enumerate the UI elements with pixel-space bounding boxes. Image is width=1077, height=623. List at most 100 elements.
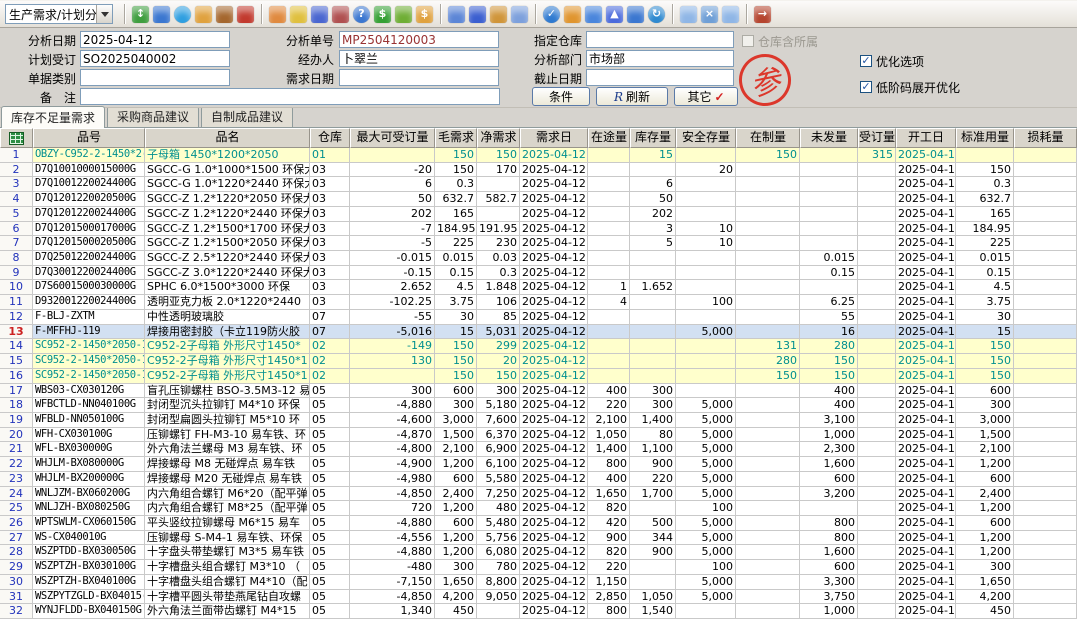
cell-gross[interactable]: 2,400	[435, 487, 477, 502]
cell-unshipped[interactable]: 800	[800, 531, 858, 546]
users-icon[interactable]	[269, 6, 286, 23]
cell-std_usage[interactable]: 1,200	[956, 501, 1014, 516]
cell-code[interactable]: WSZPTDD-BX030050G	[33, 545, 145, 560]
cell-std_usage[interactable]: 1,200	[956, 531, 1014, 546]
cell-ordered[interactable]	[858, 413, 896, 428]
cell-in_transit[interactable]	[588, 369, 630, 384]
cell-demand_date[interactable]: 2025-04-12	[520, 384, 588, 399]
cell-num[interactable]: 32	[0, 604, 33, 619]
cell-gross[interactable]: 1,500	[435, 428, 477, 443]
cell-std_usage[interactable]: 0.015	[956, 251, 1014, 266]
cell-net[interactable]: 6,100	[477, 457, 520, 472]
cell-on_hand[interactable]: 1,700	[630, 487, 676, 502]
cell-safety[interactable]: 5,000	[676, 516, 736, 531]
cell-on_hand[interactable]: 5	[630, 236, 676, 251]
cell-num[interactable]: 27	[0, 531, 33, 546]
cell-unshipped[interactable]: 1,000	[800, 428, 858, 443]
cell-net[interactable]: 9,050	[477, 590, 520, 605]
cell-gross[interactable]: 0.015	[435, 251, 477, 266]
table-row[interactable]: 26WPTSWLM-CX060150G平头竖纹拉铆螺母 M6*15 易车05-4…	[0, 516, 1077, 531]
cell-on_hand[interactable]	[630, 369, 676, 384]
cell-safety[interactable]: 5,000	[676, 575, 736, 590]
cell-demand_date[interactable]: 2025-04-12	[520, 398, 588, 413]
cell-demand_date[interactable]: 2025-04-12	[520, 413, 588, 428]
cell-std_usage[interactable]: 15	[956, 325, 1014, 340]
cell-ordered[interactable]	[858, 472, 896, 487]
cell-in_transit[interactable]: 900	[588, 531, 630, 546]
cell-max_orderable[interactable]: -4,870	[350, 428, 435, 443]
cell-unshipped[interactable]	[800, 501, 858, 516]
cell-num[interactable]: 1	[0, 148, 33, 163]
table-row[interactable]: 11D932001220024400G透明亚克力板 2.0*1220*24400…	[0, 295, 1077, 310]
table-row[interactable]: 19WFBLD-NN050100G封闭型扁圆头拉铆钉 M5*10 环05-4,6…	[0, 413, 1077, 428]
cell-start_date[interactable]: 2025-04-12	[896, 413, 956, 428]
idcard-icon[interactable]	[311, 6, 328, 23]
window-cascade-icon[interactable]	[722, 6, 739, 23]
cell-std_usage[interactable]: 3,000	[956, 413, 1014, 428]
cell-gross[interactable]: 300	[435, 560, 477, 575]
cell-in_transit[interactable]: 1,400	[588, 442, 630, 457]
cell-safety[interactable]	[676, 384, 736, 399]
cell-wh[interactable]: 05	[310, 516, 350, 531]
col-code[interactable]: 品号	[33, 128, 145, 148]
cell-std_usage[interactable]: 300	[956, 398, 1014, 413]
table-row[interactable]: 32WYNJFLDD-BX040150G外六角法兰面带齿螺钉 M4*15051,…	[0, 604, 1077, 619]
cell-name[interactable]: 焊接螺母 M8 无碰焊点 易车铁	[145, 457, 310, 472]
cell-in_transit[interactable]: 2,100	[588, 413, 630, 428]
cell-name[interactable]: SPHC 6.0*1500*3000 环保	[145, 280, 310, 295]
cell-std_usage[interactable]: 165	[956, 207, 1014, 222]
table-row[interactable]: 15SC952-2-1450*2050-1C952-2子母箱 外形尺寸1450*…	[0, 354, 1077, 369]
col-start_date[interactable]: 开工日	[896, 128, 956, 148]
cell-ordered[interactable]	[858, 398, 896, 413]
cell-in_transit[interactable]: 820	[588, 501, 630, 516]
cell-wip[interactable]	[736, 177, 800, 192]
col-in_transit[interactable]: 在途量	[588, 128, 630, 148]
cell-name[interactable]: 封闭型沉头拉铆钉 M4*10 环保	[145, 398, 310, 413]
cell-code[interactable]: D7Q1201220020500G	[33, 192, 145, 207]
cell-loss[interactable]	[1014, 310, 1077, 325]
table-row[interactable]: 16SC952-2-1450*2050-1C952-2子母箱 外形尺寸1450*…	[0, 369, 1077, 384]
cell-demand_date[interactable]: 2025-04-12	[520, 545, 588, 560]
cell-std_usage[interactable]: 450	[956, 604, 1014, 619]
table-row[interactable]: 8D7Q2501220024400GSGCC-Z 2.5*1220*2440 环…	[0, 251, 1077, 266]
cell-num[interactable]: 16	[0, 369, 33, 384]
cell-start_date[interactable]: 2025-04-12	[896, 236, 956, 251]
cell-name[interactable]: C952-2子母箱 外形尺寸1450*1	[145, 354, 310, 369]
cell-std_usage[interactable]: 0.3	[956, 177, 1014, 192]
cell-safety[interactable]: 100	[676, 560, 736, 575]
cell-std_usage[interactable]: 0.15	[956, 266, 1014, 281]
cell-code[interactable]: WYNJFLDD-BX040150G	[33, 604, 145, 619]
cell-unshipped[interactable]: 3,100	[800, 413, 858, 428]
cell-safety[interactable]	[676, 251, 736, 266]
table-row[interactable]: 5D7Q1201220024400GSGCC-Z 1.2*1220*2440 环…	[0, 207, 1077, 222]
workflow-icon[interactable]: ↕	[132, 6, 149, 23]
cell-max_orderable[interactable]: 202	[350, 207, 435, 222]
cell-wip[interactable]	[736, 163, 800, 178]
cell-gross[interactable]: 184.95	[435, 222, 477, 237]
cell-code[interactable]: WNLJZH-BX080250G	[33, 501, 145, 516]
cell-code[interactable]: WFBLD-NN050100G	[33, 413, 145, 428]
cell-name[interactable]: 压铆螺母 S-M4-1 易车铁、环保	[145, 531, 310, 546]
cell-std_usage[interactable]: 600	[956, 384, 1014, 399]
cell-demand_date[interactable]: 2025-04-12	[520, 369, 588, 384]
cell-wip[interactable]	[736, 501, 800, 516]
cell-loss[interactable]	[1014, 236, 1077, 251]
excel-export-icon[interactable]	[9, 132, 24, 145]
cell-gross[interactable]: 0.3	[435, 177, 477, 192]
cell-name[interactable]: 内六角组合螺钉 M8*25（配平弹	[145, 501, 310, 516]
cell-code[interactable]: WHJLM-BX200000G	[33, 472, 145, 487]
table-row[interactable]: 2D7Q1001000015000GSGCC-G 1.0*1000*1500 环…	[0, 163, 1077, 178]
cell-name[interactable]: 十字槽平圆头带垫燕尾钻自攻螺	[145, 590, 310, 605]
cell-demand_date[interactable]: 2025-04-12	[520, 354, 588, 369]
cell-max_orderable[interactable]: -0.015	[350, 251, 435, 266]
cell-unshipped[interactable]	[800, 163, 858, 178]
cell-safety[interactable]	[676, 339, 736, 354]
cell-max_orderable[interactable]: -55	[350, 310, 435, 325]
cell-code[interactable]: D7Q1201220024400G	[33, 207, 145, 222]
cell-wh[interactable]: 01	[310, 148, 350, 163]
cell-unshipped[interactable]	[800, 280, 858, 295]
cell-wip[interactable]	[736, 516, 800, 531]
cell-demand_date[interactable]: 2025-04-12	[520, 251, 588, 266]
cell-safety[interactable]: 5,000	[676, 545, 736, 560]
cell-safety[interactable]: 5,000	[676, 487, 736, 502]
